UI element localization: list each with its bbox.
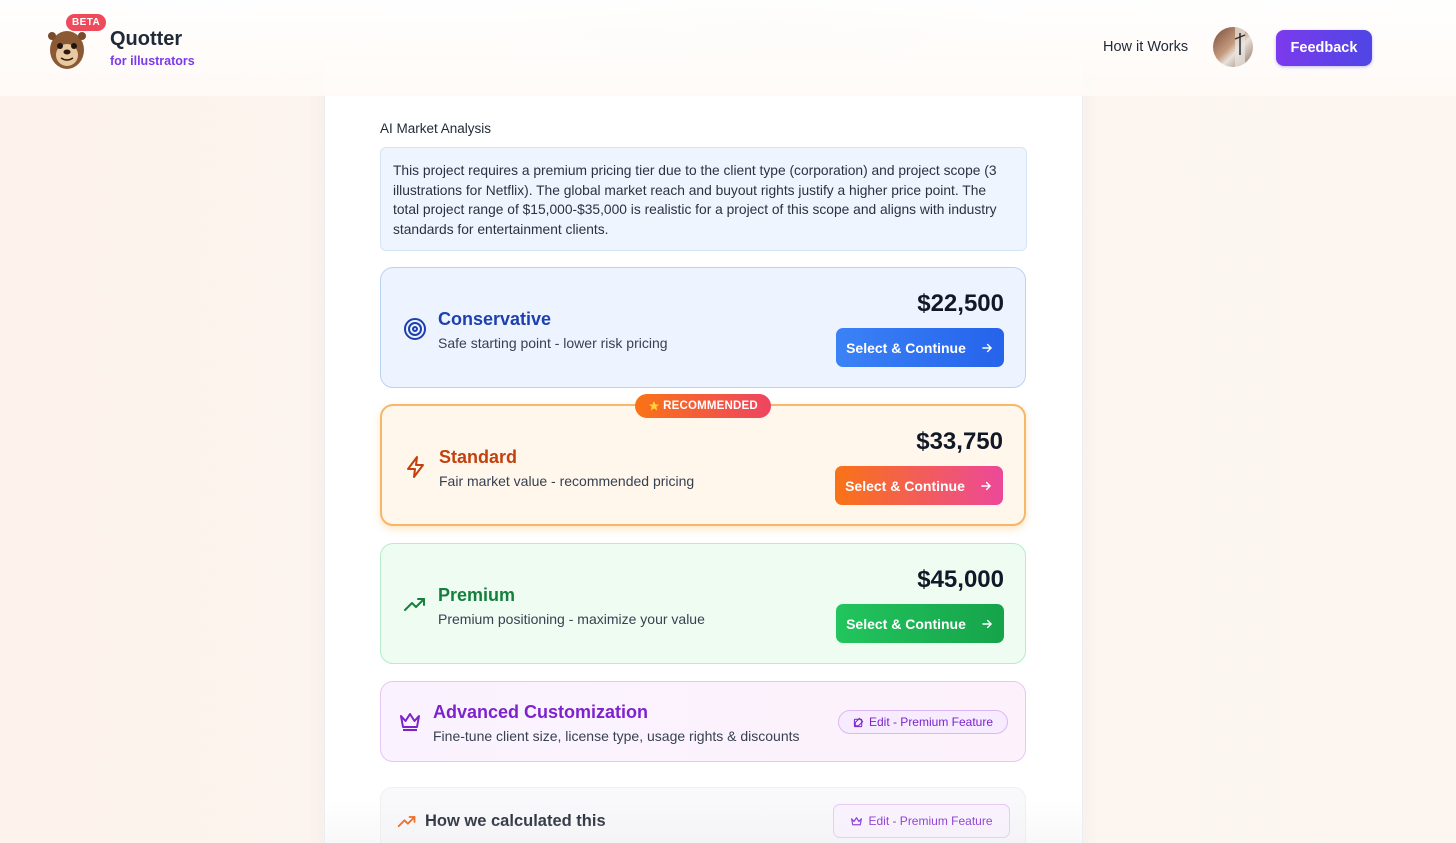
trending-up-icon: [397, 816, 416, 828]
tier-card-standard: Standard Fair market value - recommended…: [380, 404, 1026, 526]
edit-premium-feature-button[interactable]: Edit - Premium Feature: [833, 804, 1010, 838]
button-label: Select & Continue: [846, 615, 966, 632]
tier-description: Fair market value - recommended pricing: [439, 473, 695, 489]
tier-description: Safe starting point - lower risk pricing: [438, 335, 668, 351]
edit-premium-feature-button[interactable]: Edit - Premium Feature: [838, 710, 1008, 734]
user-avatar[interactable]: [1213, 27, 1253, 67]
tier-price: $33,750: [916, 428, 1003, 455]
edit-label: Edit - Premium Feature: [868, 715, 994, 729]
select-continue-button-conservative[interactable]: Select & Continue: [836, 328, 1004, 367]
lightning-icon: [407, 456, 424, 478]
select-continue-button-standard[interactable]: Select & Continue: [835, 466, 1003, 505]
tier-description: Premium positioning - maximize your valu…: [438, 611, 705, 627]
advanced-customization-card: Advanced Customization Fine-tune client …: [380, 681, 1026, 762]
select-continue-button-premium[interactable]: Select & Continue: [836, 604, 1004, 643]
brand-logo[interactable]: BETA Quotter for illustrators: [44, 14, 244, 78]
button-label: Select & Continue: [845, 477, 965, 494]
edit-icon: [853, 717, 864, 727]
advanced-description: Fine-tune client size, license type, usa…: [433, 728, 800, 744]
avatar-photo: [1234, 27, 1246, 67]
crown-icon: [851, 816, 863, 825]
edit-label: Edit - Premium Feature: [868, 814, 993, 828]
arrow-right-icon: [982, 619, 992, 628]
calculation-section: How we calculated this Edit - Premium Fe…: [380, 787, 1026, 843]
tier-price: $22,500: [917, 290, 1004, 317]
trending-up-icon: [404, 598, 425, 611]
tier-price: $45,000: [917, 566, 1004, 593]
tier-name: Premium: [438, 585, 516, 605]
arrow-right-icon: [982, 343, 992, 352]
advanced-title: Advanced Customization: [433, 702, 649, 722]
tier-name: Standard: [439, 447, 518, 467]
beta-badge: BETA: [66, 14, 107, 31]
tier-card-premium: Premium Premium positioning - maximize y…: [380, 543, 1026, 664]
analysis-text: This project requires a premium pricing …: [380, 147, 1027, 251]
tier-card-conservative: Conservative Safe starting point - lower…: [380, 267, 1026, 388]
arrow-right-icon: [981, 481, 991, 490]
target-icon: [404, 318, 426, 340]
recommended-label: RECOMMENDED: [663, 400, 758, 412]
feedback-button[interactable]: Feedback: [1276, 30, 1372, 66]
star-icon: [649, 401, 660, 411]
brand-name: Quotter: [110, 28, 183, 50]
crown-icon: [400, 713, 420, 731]
otter-logo-icon: [48, 31, 86, 69]
recommended-badge: RECOMMENDED: [635, 394, 771, 418]
how-it-works-link[interactable]: How it Works: [1103, 39, 1188, 55]
brand-subtitle: for illustrators: [110, 54, 195, 68]
calculation-title: How we calculated this: [425, 812, 606, 830]
tier-name: Conservative: [438, 309, 552, 329]
button-label: Select & Continue: [846, 339, 966, 356]
analysis-title: AI Market Analysis: [380, 121, 492, 136]
